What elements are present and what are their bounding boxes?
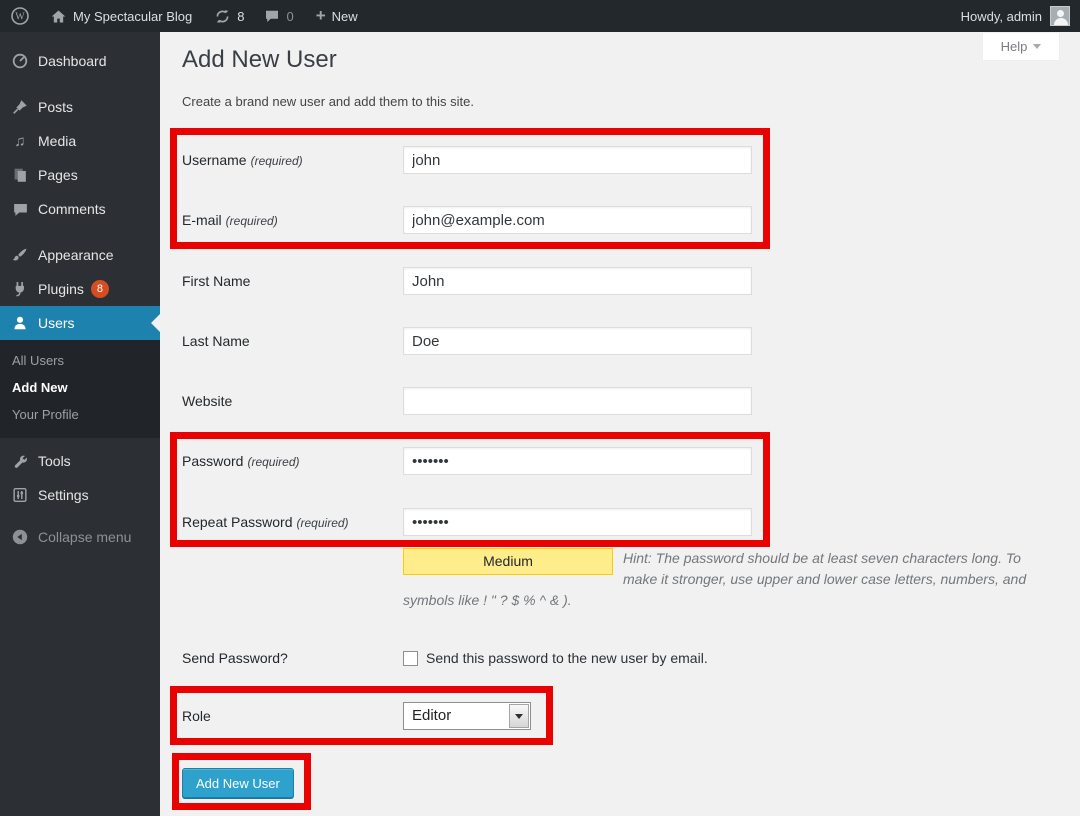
sidebar-item-label: Appearance bbox=[38, 247, 114, 263]
plus-icon: + bbox=[316, 7, 326, 24]
paintbrush-icon bbox=[9, 246, 31, 264]
password-strength-meter: Medium bbox=[403, 548, 613, 575]
sidebar-item-label: Plugins bbox=[38, 281, 84, 297]
sidebar-item-your-profile[interactable]: Your Profile bbox=[0, 401, 160, 428]
first-name-label: First Name bbox=[182, 267, 397, 295]
media-note-icon: ♫ bbox=[9, 134, 31, 149]
send-password-checkbox[interactable] bbox=[403, 651, 418, 666]
sidebar-item-all-users[interactable]: All Users bbox=[0, 347, 160, 374]
plugins-update-badge: 8 bbox=[91, 280, 109, 298]
sidebar-item-posts[interactable]: Posts bbox=[0, 90, 160, 124]
user-icon bbox=[9, 314, 31, 332]
plug-icon bbox=[9, 280, 31, 298]
page-description: Create a brand new user and add them to … bbox=[182, 94, 474, 109]
sidebar-item-label: Settings bbox=[38, 487, 89, 503]
wrench-icon bbox=[9, 452, 31, 470]
sidebar-item-label: Dashboard bbox=[38, 53, 107, 69]
repeat-password-label: Repeat Password(required) bbox=[182, 508, 397, 537]
email-input[interactable] bbox=[403, 206, 752, 234]
sidebar-item-tools[interactable]: Tools bbox=[0, 444, 160, 478]
role-select[interactable]: Editor bbox=[403, 702, 531, 730]
dashboard-gauge-icon bbox=[9, 52, 31, 70]
sidebar-item-collapse-menu[interactable]: Collapse menu bbox=[0, 520, 160, 554]
comment-bubble-icon bbox=[9, 201, 31, 218]
howdy-account-link[interactable]: Howdy, admin bbox=[961, 9, 1042, 24]
email-label: E-mail(required) bbox=[182, 206, 397, 235]
sidebar-item-label: Media bbox=[38, 133, 76, 149]
sidebar-item-label: Comments bbox=[38, 201, 106, 217]
send-password-text: Send this password to the new user by em… bbox=[426, 648, 708, 668]
updates-icon bbox=[214, 8, 231, 25]
page-title: Add New User bbox=[182, 46, 337, 74]
help-label: Help bbox=[1001, 39, 1028, 54]
avatar[interactable] bbox=[1050, 6, 1070, 26]
site-name: My Spectacular Blog bbox=[73, 9, 192, 24]
sidebar-item-users[interactable]: Users bbox=[0, 306, 160, 340]
wordpress-logo-icon[interactable]: W bbox=[4, 0, 36, 32]
users-submenu: All Users Add New Your Profile bbox=[0, 340, 160, 438]
sidebar-item-appearance[interactable]: Appearance bbox=[0, 238, 160, 272]
comments-indicator[interactable]: 0 bbox=[258, 0, 299, 32]
role-selected-value: Editor bbox=[412, 707, 451, 724]
pages-stack-icon bbox=[9, 166, 31, 184]
sidebar-item-add-new[interactable]: Add New bbox=[0, 374, 160, 401]
main-content: Help Add New User Create a brand new use… bbox=[160, 32, 1080, 816]
chevron-down-icon[interactable] bbox=[509, 704, 529, 728]
update-count: 8 bbox=[237, 9, 244, 24]
repeat-password-input[interactable] bbox=[403, 508, 752, 536]
sidebar-item-pages[interactable]: Pages bbox=[0, 158, 160, 192]
help-button[interactable]: Help bbox=[982, 33, 1060, 61]
password-input[interactable] bbox=[403, 447, 752, 475]
sidebar-item-dashboard[interactable]: Dashboard bbox=[0, 44, 160, 78]
add-new-user-button[interactable]: Add New User bbox=[182, 768, 294, 798]
username-label: Username(required) bbox=[182, 146, 397, 175]
active-menu-arrow bbox=[151, 314, 160, 332]
first-name-input[interactable] bbox=[403, 267, 752, 295]
comment-bubble-icon bbox=[264, 8, 280, 24]
sidebar-item-label: Posts bbox=[38, 99, 73, 115]
username-input[interactable] bbox=[403, 146, 752, 174]
sidebar-item-plugins[interactable]: Plugins 8 bbox=[0, 272, 160, 306]
site-name-link[interactable]: My Spectacular Blog bbox=[44, 0, 198, 32]
home-icon bbox=[50, 8, 67, 25]
sidebar-item-label: Tools bbox=[38, 453, 71, 469]
role-label: Role bbox=[182, 702, 397, 730]
password-strength-area: Medium Hint: The password should be at l… bbox=[403, 548, 1039, 611]
svg-text:W: W bbox=[15, 12, 25, 23]
updates-indicator[interactable]: 8 bbox=[208, 0, 250, 32]
last-name-input[interactable] bbox=[403, 327, 752, 355]
pushpin-icon bbox=[9, 98, 31, 116]
new-label: New bbox=[332, 9, 358, 24]
send-password-label: Send Password? bbox=[182, 644, 397, 672]
sidebar-item-settings[interactable]: Settings bbox=[0, 478, 160, 512]
admin-bar: W My Spectacular Blog 8 0 bbox=[0, 0, 1080, 32]
admin-sidebar: Dashboard Posts ♫ Media Pages bbox=[0, 32, 160, 816]
sidebar-item-media[interactable]: ♫ Media bbox=[0, 124, 160, 158]
sidebar-item-comments[interactable]: Comments bbox=[0, 192, 160, 226]
collapse-arrow-icon bbox=[9, 528, 31, 546]
sliders-icon bbox=[9, 486, 31, 504]
sidebar-item-label: Collapse menu bbox=[38, 529, 131, 545]
password-label: Password(required) bbox=[182, 447, 397, 476]
website-input[interactable] bbox=[403, 387, 752, 415]
sidebar-item-label: Pages bbox=[38, 167, 78, 183]
chevron-down-icon bbox=[1033, 44, 1041, 49]
website-label: Website bbox=[182, 387, 397, 415]
comment-count: 0 bbox=[286, 9, 293, 24]
last-name-label: Last Name bbox=[182, 327, 397, 355]
sidebar-item-label: Users bbox=[38, 315, 75, 331]
new-content-button[interactable]: + New bbox=[310, 0, 364, 32]
